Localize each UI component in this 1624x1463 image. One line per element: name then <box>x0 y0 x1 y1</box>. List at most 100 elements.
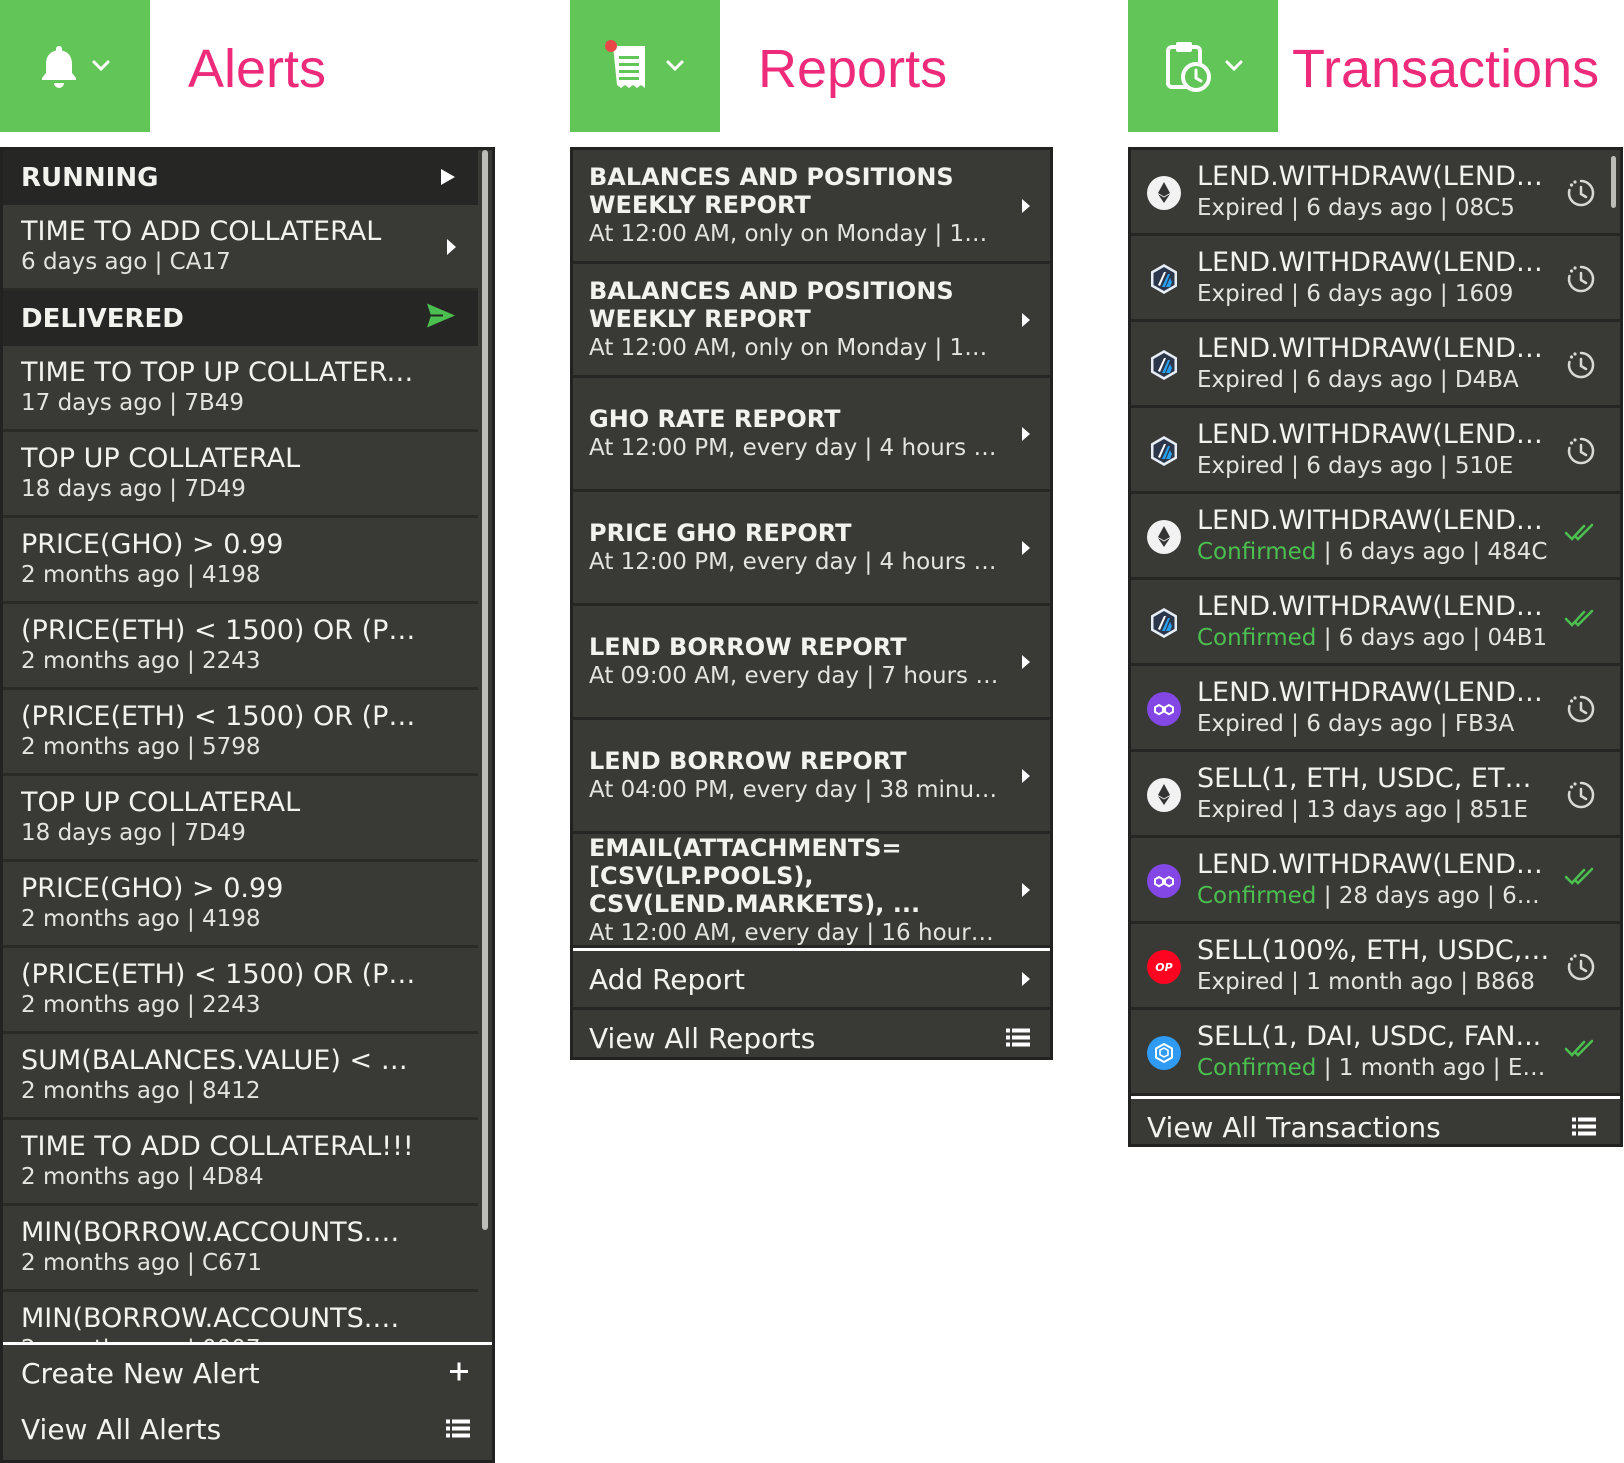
running-label: RUNNING <box>21 162 159 193</box>
caret-right-icon <box>1022 768 1030 783</box>
report-title: LEND BORROW REPORT <box>589 746 907 775</box>
transaction-row[interactable]: LEND.WITHDRAW(LEND.... Expired | 6 days a… <box>1131 666 1620 752</box>
alert-row[interactable]: TIME TO TOP UP COLLATERAL!!! 17 days ago … <box>3 346 478 432</box>
view-all-reports-button[interactable]: View All Reports <box>573 1010 1050 1057</box>
alert-row[interactable]: (PRICE(ETH) < 1500) OR (PRICE...2 months… <box>3 604 478 690</box>
delivered-section-header[interactable]: DELIVERED <box>3 291 478 346</box>
transaction-row[interactable]: LEND.WITHDRAW(LEND.... Expired | 6 days a… <box>1131 322 1620 408</box>
alert-meta: 17 days ago | 7B49 <box>21 390 244 416</box>
alert-row[interactable]: MIN(BORROW.ACCOUNTS.HEA...2 months ago |… <box>3 1206 478 1292</box>
alert-meta: 6 days ago | CA17 <box>21 249 231 275</box>
transaction-meta: Expired | 6 days ago | 1609 <box>1197 279 1550 309</box>
caret-right-icon <box>1022 540 1030 555</box>
transaction-row[interactable]: LEND.WITHDRAW(LEND.... Expired | 6 days a… <box>1131 150 1620 236</box>
reports-panel: BALANCES AND POSITIONS WEEKLY REPORT At 1… <box>570 147 1053 1060</box>
report-schedule: At 12:00 AM, only on Monday | 16 h... <box>589 334 1000 361</box>
play-icon <box>440 163 456 193</box>
transaction-row[interactable]: OP SELL(100%, ETH, USDC, ... Expired | 1 m… <box>1131 924 1620 1010</box>
caret-right-icon <box>1022 654 1030 669</box>
transaction-status: Expired <box>1197 281 1284 307</box>
caret-right-icon <box>1022 972 1030 986</box>
reports-menu-button[interactable] <box>570 0 720 132</box>
transaction-row[interactable]: LEND.WITHDRAW(LEND.... Confirmed | 6 days… <box>1131 580 1620 666</box>
alert-row[interactable]: PRICE(GHO) > 0.99 2 months ago | 4198 <box>3 518 478 604</box>
report-title: PRICE GHO REPORT <box>589 518 852 547</box>
delivered-label: DELIVERED <box>21 303 184 334</box>
report-title: EMAIL(ATTACHMENTS= [CSV(LP.POOLS), CSV(L… <box>589 834 921 918</box>
report-row[interactable]: LEND BORROW REPORT At 09:00 AM, every day… <box>573 606 1050 720</box>
alert-row[interactable]: TIME TO ADD COLLATERAL 6 days ago | CA17 <box>3 205 478 291</box>
alert-meta: 2 months ago | 5798 <box>21 734 261 760</box>
alerts-footer: Create New Alert View All Alerts <box>3 1342 492 1460</box>
report-row[interactable]: LEND BORROW REPORT At 04:00 PM, every day… <box>573 720 1050 834</box>
alerts-menu-button[interactable] <box>0 0 150 132</box>
view-all-alerts-button[interactable]: View All Alerts <box>3 1401 492 1457</box>
view-all-transactions-label: View All Transactions <box>1147 1110 1441 1144</box>
clock-history-icon <box>1566 178 1596 212</box>
report-row[interactable]: BALANCES AND POSITIONS WEEKLY REPORT At 1… <box>573 264 1050 378</box>
alerts-title: Alerts <box>188 39 327 99</box>
transactions-scrollbar[interactable] <box>1611 156 1616 208</box>
report-schedule: At 12:00 AM, every day | 16 hours a... <box>589 920 1000 945</box>
transactions-column: Transactions LEND.WITHDRAW(LEND.... Expir… <box>1128 0 1624 1463</box>
list-icon <box>1006 1022 1030 1055</box>
alert-title: PRICE(GHO) > 0.99 <box>21 873 284 904</box>
alert-title: TIME TO ADD COLLATERAL!!! <box>21 1131 414 1162</box>
transaction-status: Expired <box>1197 195 1284 221</box>
running-section-header[interactable]: RUNNING <box>3 150 478 205</box>
transaction-details: | 6 days ago | 1609 <box>1283 281 1514 307</box>
transaction-details: | 28 days ago | 6390 <box>1316 883 1550 909</box>
report-schedule: At 04:00 PM, every day | 38 minute... <box>589 776 1000 803</box>
add-report-button[interactable]: Add Report <box>573 951 1050 1010</box>
report-schedule: At 09:00 AM, every day | 7 hours a... <box>589 662 1000 689</box>
list-icon <box>1572 1111 1596 1144</box>
alert-meta: 2 months ago | 4D84 <box>21 1164 264 1190</box>
transaction-details: | 6 days ago | 04B1 <box>1316 625 1548 651</box>
transaction-status: Expired <box>1197 367 1284 393</box>
transaction-row[interactable]: LEND.WITHDRAW(LEND.... Confirmed | 6 days… <box>1131 494 1620 580</box>
create-new-alert-button[interactable]: Create New Alert <box>3 1345 492 1401</box>
alert-row[interactable]: TOP UP COLLATERAL 18 days ago | 7D49 <box>3 432 478 518</box>
alert-row[interactable]: SUM(BALANCES.VALUE) < 100... 2 months ago… <box>3 1034 478 1120</box>
transaction-row[interactable]: LEND.WITHDRAW(LEND.... Confirmed | 28 day… <box>1131 838 1620 924</box>
transaction-row[interactable]: SELL(1, ETH, USDC, ETH... Expired | 13 da… <box>1131 752 1620 838</box>
report-row[interactable]: PRICE GHO REPORT At 12:00 PM, every day |… <box>573 492 1050 606</box>
alert-meta: 18 days ago | 7D49 <box>21 476 246 502</box>
transaction-status: Confirmed <box>1197 625 1317 651</box>
alert-meta: 18 days ago | 7D49 <box>21 820 246 846</box>
transaction-row[interactable]: SELL(1, DAI, USDC, FAN... Confirmed | 1 m… <box>1131 1010 1620 1096</box>
transactions-header: Transactions <box>1128 0 1624 145</box>
alerts-scrollbar[interactable] <box>482 150 488 1230</box>
report-schedule: At 12:00 AM, only on Monday | 16 h... <box>589 220 1000 247</box>
alert-title: TOP UP COLLATERAL <box>21 787 301 818</box>
alert-row[interactable]: (PRICE(ETH) < 1500) OR (PRICE...2 months… <box>3 948 478 1034</box>
clock-history-icon <box>1566 350 1596 384</box>
transaction-row[interactable]: LEND.WITHDRAW(LEND.... Expired | 6 days a… <box>1131 236 1620 322</box>
clock-history-icon <box>1566 952 1596 986</box>
report-row[interactable]: GHO RATE REPORT At 12:00 PM, every day | … <box>573 378 1050 492</box>
alert-title: TIME TO TOP UP COLLATERAL!!! <box>21 357 418 388</box>
polygon-icon <box>1147 692 1181 726</box>
plus-icon <box>448 1357 470 1390</box>
arbitrum-icon <box>1147 434 1181 468</box>
transaction-meta: Expired | 13 days ago | 851E <box>1197 795 1550 825</box>
transactions-panel: LEND.WITHDRAW(LEND.... Expired | 6 days a… <box>1128 147 1623 1147</box>
alert-row[interactable]: (PRICE(ETH) < 1500) OR (PRICE...2 months… <box>3 690 478 776</box>
transaction-details: | 13 days ago | 851E <box>1283 797 1528 823</box>
alert-row[interactable]: TOP UP COLLATERAL 18 days ago | 7D49 <box>3 776 478 862</box>
caret-right-icon <box>447 239 456 255</box>
view-all-alerts-label: View All Alerts <box>21 1412 222 1446</box>
view-all-transactions-button[interactable]: View All Transactions <box>1131 1099 1620 1144</box>
report-row[interactable]: EMAIL(ATTACHMENTS= [CSV(LP.POOLS), CSV(L… <box>573 834 1050 948</box>
alert-row[interactable]: PRICE(GHO) > 0.99 2 months ago | 4198 <box>3 862 478 948</box>
alert-row[interactable]: TIME TO ADD COLLATERAL!!! 2 months ago | … <box>3 1120 478 1206</box>
alert-meta: 2 months ago | 4198 <box>21 906 261 932</box>
transaction-row[interactable]: LEND.WITHDRAW(LEND.... Expired | 6 days a… <box>1131 408 1620 494</box>
clock-history-icon <box>1566 694 1596 728</box>
alerts-column: Alerts RUNNING TIME TO ADD COLLATERAL 6 d… <box>0 0 495 1463</box>
report-row[interactable]: BALANCES AND POSITIONS WEEKLY REPORT At 1… <box>573 150 1050 264</box>
alert-title: (PRICE(ETH) < 1500) OR (PRICE... <box>21 959 418 990</box>
transactions-menu-button[interactable] <box>1128 0 1278 132</box>
arbitrum-icon <box>1147 262 1181 296</box>
alerts-header: Alerts <box>0 0 495 145</box>
